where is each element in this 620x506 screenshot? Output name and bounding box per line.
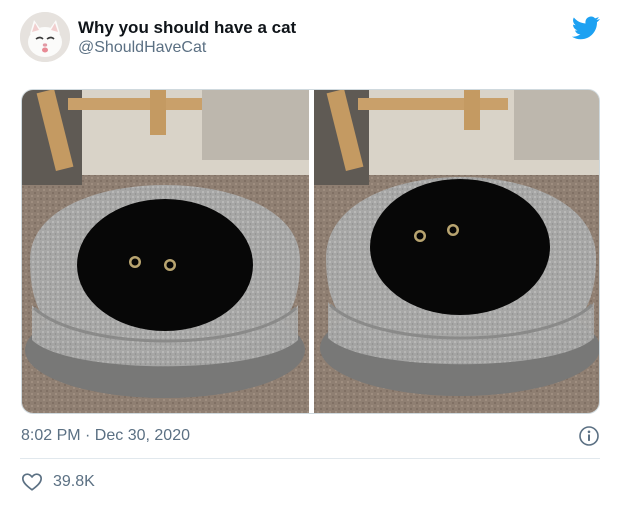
tweet-card: Why you should have a cat @ShouldHaveCat [0, 0, 620, 506]
white-cat-avatar-icon [20, 12, 70, 62]
avatar[interactable] [20, 12, 70, 62]
tweet-timestamp[interactable]: 8:02 PM · Dec 30, 2020 [21, 426, 190, 446]
author[interactable]: Why you should have a cat @ShouldHaveCat [78, 18, 296, 58]
divider [20, 458, 600, 459]
user-handle[interactable]: @ShouldHaveCat [78, 38, 296, 58]
tweet-media [21, 89, 600, 414]
tweet-header: Why you should have a cat @ShouldHaveCat [20, 12, 610, 68]
display-name[interactable]: Why you should have a cat [78, 18, 296, 38]
cat-cave-photo-eyes-low-icon [22, 90, 309, 413]
info-icon[interactable] [578, 425, 600, 447]
like-button[interactable]: 39.8K [21, 470, 95, 494]
cat-cave-photo-eyes-high-icon [314, 90, 599, 413]
like-count: 39.8K [53, 473, 95, 490]
cat-cave-photo-left[interactable] [22, 90, 309, 413]
twitter-bird-icon[interactable] [571, 16, 600, 40]
cat-cave-photo-right[interactable] [314, 90, 599, 413]
heart-icon [21, 471, 43, 493]
